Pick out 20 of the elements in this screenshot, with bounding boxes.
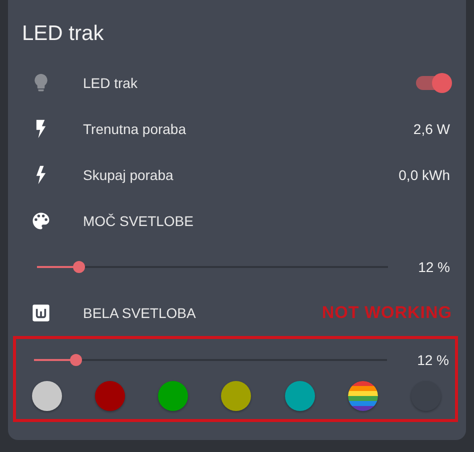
color-swatch[interactable] <box>95 381 126 411</box>
slider-reading: 12 % <box>417 352 449 368</box>
sensor-value: 0,0 kWh <box>398 167 450 183</box>
palette-icon <box>30 210 52 232</box>
sensor-value: 2,6 W <box>413 121 450 137</box>
slider-reading: 12 % <box>418 259 450 275</box>
section-heading: BELA SVETLOBA <box>83 305 197 321</box>
sensor-name: Trenutna poraba <box>83 121 187 137</box>
sensor-name: Skupaj poraba <box>83 167 174 183</box>
toggle-switch[interactable] <box>416 76 450 90</box>
rainbow-swatch[interactable] <box>348 381 378 411</box>
color-swatch[interactable] <box>32 381 62 411</box>
color-swatch[interactable] <box>158 381 188 411</box>
card-title: LED trak <box>22 22 105 46</box>
w-square-icon <box>30 303 52 323</box>
section-heading: MOČ SVETLOBE <box>83 213 194 229</box>
entity-name: LED trak <box>83 75 138 91</box>
annotation-text: NOT WORKING <box>322 303 452 323</box>
color-swatch[interactable] <box>284 381 315 411</box>
color-swatch[interactable] <box>221 381 252 411</box>
